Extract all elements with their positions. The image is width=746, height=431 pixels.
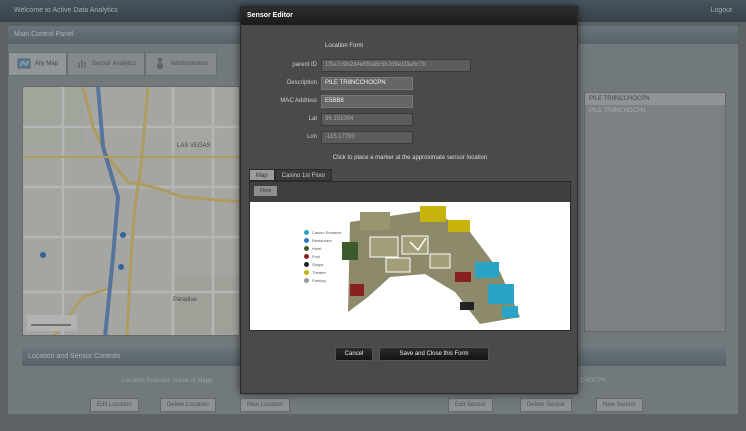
lat-field: 36.151004 [321, 113, 413, 126]
tab-map[interactable]: Map [249, 169, 275, 181]
placement-instruction: Click to place a marker at the approxima… [332, 155, 488, 161]
floor-plan-drawing [342, 206, 520, 324]
description-label: Description [286, 80, 317, 86]
form-title: Location Form [325, 43, 364, 49]
parent-id-label: parent ID [292, 62, 317, 68]
lon-field: -115.17780 [321, 131, 413, 144]
save-and-close-button[interactable]: Save and Close this Form [379, 347, 489, 361]
mac-address-label: MAC Address [280, 98, 317, 104]
cancel-button[interactable]: Cancel [335, 347, 373, 361]
floor-plan-map[interactable]: Casino Entrance Restaurant Hotel Pool Sh… [250, 202, 570, 330]
mac-address-field[interactable]: E5BB8 [321, 95, 413, 108]
parent-id-field: 1f3a7c9b2d4e6f0a8c5b7d9e1f3a5c7b [321, 59, 471, 72]
dialog-title: Sensor Editor [241, 7, 577, 25]
floor-button[interactable]: Floor [254, 186, 278, 196]
lon-label: Lon [306, 134, 317, 140]
floor-plan-panel: Floor Casino Entrance Restaurant Hotel P… [249, 181, 571, 331]
tab-casino-1st-floor[interactable]: Casino 1st Floor [274, 169, 333, 181]
lat-label: Lat [308, 116, 317, 122]
map-tabs: Map Casino 1st Floor [249, 169, 333, 181]
description-field[interactable]: PILE TR8NCCHOCPN [321, 77, 413, 90]
sensor-editor-dialog: Sensor Editor Location Form parent ID 1f… [240, 6, 578, 394]
